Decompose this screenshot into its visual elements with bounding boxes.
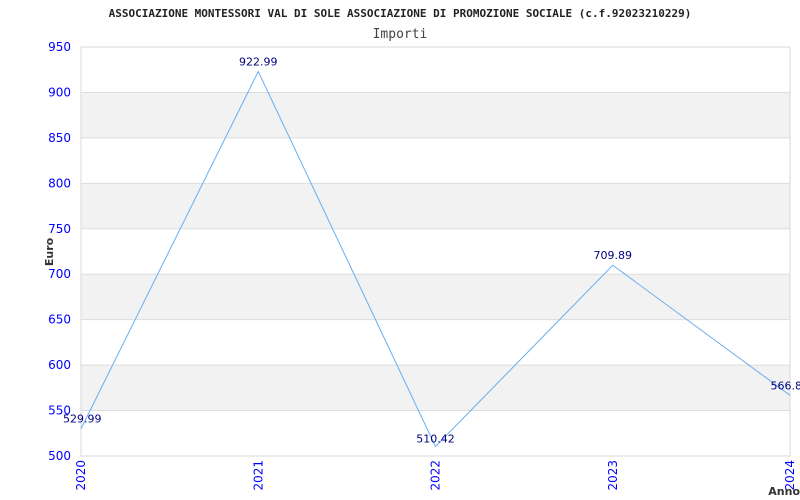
y-axis-label: Euro bbox=[43, 237, 56, 266]
x-tick-label: 2020 bbox=[74, 460, 88, 491]
y-tick-label: 800 bbox=[48, 176, 71, 190]
grid-band bbox=[81, 183, 790, 229]
grid-band bbox=[81, 365, 790, 411]
data-label: 922.99 bbox=[239, 56, 278, 69]
line-chart: ASSOCIAZIONE MONTESSORI VAL DI SOLE ASSO… bbox=[43, 7, 800, 498]
y-tick-label: 850 bbox=[48, 131, 71, 145]
y-tick-label: 700 bbox=[48, 267, 71, 281]
grid-band bbox=[81, 274, 790, 320]
y-tick-label: 900 bbox=[48, 85, 71, 99]
y-tick-label: 750 bbox=[48, 222, 71, 236]
y-tick-label: 600 bbox=[48, 358, 71, 372]
y-tick-label: 500 bbox=[48, 449, 71, 463]
chart-title: ASSOCIAZIONE MONTESSORI VAL DI SOLE ASSO… bbox=[109, 7, 692, 20]
chart-subtitle: Importi bbox=[373, 27, 428, 42]
data-label: 709.89 bbox=[594, 249, 633, 262]
y-tick-label: 950 bbox=[48, 40, 71, 54]
data-label: 510.42 bbox=[416, 433, 455, 446]
grid-band bbox=[81, 92, 790, 138]
data-label: 529.99 bbox=[63, 413, 102, 426]
x-tick-label: 2022 bbox=[429, 460, 443, 491]
x-tick-label: 2021 bbox=[251, 460, 265, 491]
x-axis-label: Anno bbox=[768, 485, 800, 498]
x-tick-label: 2023 bbox=[606, 460, 620, 491]
y-tick-label: 650 bbox=[48, 313, 71, 327]
data-label: 566.8 bbox=[771, 379, 800, 392]
